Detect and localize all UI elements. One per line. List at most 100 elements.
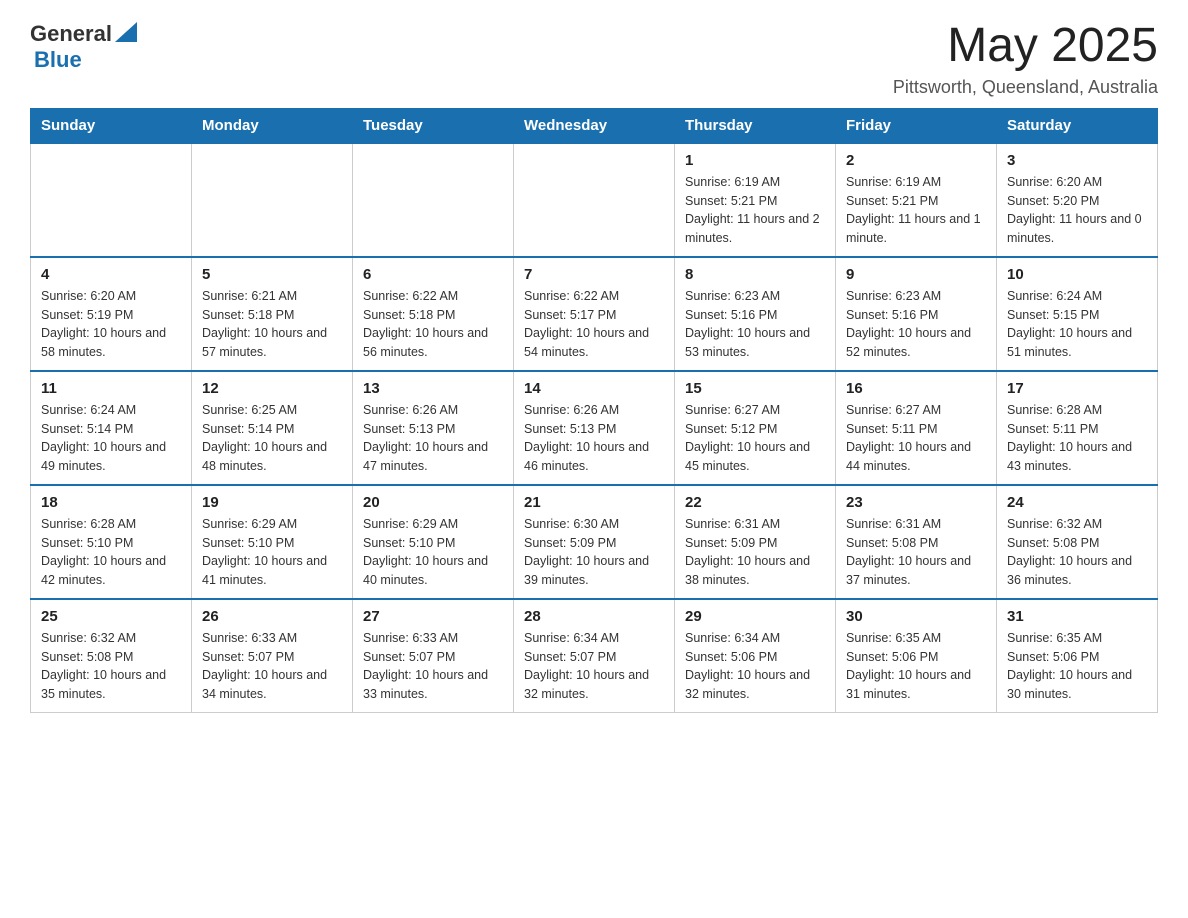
day-info: Sunrise: 6:32 AM Sunset: 5:08 PM Dayligh… <box>1007 515 1147 590</box>
day-info: Sunrise: 6:26 AM Sunset: 5:13 PM Dayligh… <box>363 401 503 476</box>
day-info: Sunrise: 6:20 AM Sunset: 5:19 PM Dayligh… <box>41 287 181 362</box>
calendar-cell: 11 Sunrise: 6:24 AM Sunset: 5:14 PM Dayli… <box>31 371 192 485</box>
day-info: Sunrise: 6:35 AM Sunset: 5:06 PM Dayligh… <box>846 629 986 704</box>
day-info: Sunrise: 6:24 AM Sunset: 5:15 PM Dayligh… <box>1007 287 1147 362</box>
day-info: Sunrise: 6:28 AM Sunset: 5:10 PM Dayligh… <box>41 515 181 590</box>
day-number: 29 <box>685 608 825 625</box>
title-area: May 2025 Pittsworth, Queensland, Austral… <box>893 20 1158 98</box>
calendar-header-thursday: Thursday <box>675 108 836 143</box>
day-info: Sunrise: 6:32 AM Sunset: 5:08 PM Dayligh… <box>41 629 181 704</box>
day-number: 9 <box>846 266 986 283</box>
calendar-header-monday: Monday <box>192 108 353 143</box>
day-info: Sunrise: 6:25 AM Sunset: 5:14 PM Dayligh… <box>202 401 342 476</box>
day-number: 11 <box>41 380 181 397</box>
day-number: 25 <box>41 608 181 625</box>
calendar-cell: 27 Sunrise: 6:33 AM Sunset: 5:07 PM Dayli… <box>353 599 514 713</box>
page-header: General Blue May 2025 Pittsworth, Queens… <box>30 20 1158 98</box>
day-info: Sunrise: 6:29 AM Sunset: 5:10 PM Dayligh… <box>363 515 503 590</box>
day-info: Sunrise: 6:27 AM Sunset: 5:11 PM Dayligh… <box>846 401 986 476</box>
calendar-cell: 10 Sunrise: 6:24 AM Sunset: 5:15 PM Dayli… <box>997 257 1158 371</box>
week-row-3: 11 Sunrise: 6:24 AM Sunset: 5:14 PM Dayli… <box>31 371 1158 485</box>
calendar-table: SundayMondayTuesdayWednesdayThursdayFrid… <box>30 108 1158 713</box>
day-info: Sunrise: 6:20 AM Sunset: 5:20 PM Dayligh… <box>1007 173 1147 248</box>
logo-blue: Blue <box>34 47 82 73</box>
day-info: Sunrise: 6:34 AM Sunset: 5:07 PM Dayligh… <box>524 629 664 704</box>
calendar-cell: 7 Sunrise: 6:22 AM Sunset: 5:17 PM Daylig… <box>514 257 675 371</box>
day-number: 12 <box>202 380 342 397</box>
day-number: 15 <box>685 380 825 397</box>
calendar-cell: 14 Sunrise: 6:26 AM Sunset: 5:13 PM Dayli… <box>514 371 675 485</box>
calendar-cell: 16 Sunrise: 6:27 AM Sunset: 5:11 PM Dayli… <box>836 371 997 485</box>
calendar-header-saturday: Saturday <box>997 108 1158 143</box>
calendar-cell <box>514 143 675 257</box>
day-info: Sunrise: 6:23 AM Sunset: 5:16 PM Dayligh… <box>846 287 986 362</box>
logo-triangle-icon <box>115 22 137 42</box>
calendar-cell: 29 Sunrise: 6:34 AM Sunset: 5:06 PM Dayli… <box>675 599 836 713</box>
day-number: 3 <box>1007 152 1147 169</box>
day-number: 7 <box>524 266 664 283</box>
calendar-cell: 5 Sunrise: 6:21 AM Sunset: 5:18 PM Daylig… <box>192 257 353 371</box>
calendar-cell <box>353 143 514 257</box>
day-number: 6 <box>363 266 503 283</box>
day-info: Sunrise: 6:19 AM Sunset: 5:21 PM Dayligh… <box>846 173 986 248</box>
calendar-cell <box>31 143 192 257</box>
day-info: Sunrise: 6:22 AM Sunset: 5:18 PM Dayligh… <box>363 287 503 362</box>
day-info: Sunrise: 6:21 AM Sunset: 5:18 PM Dayligh… <box>202 287 342 362</box>
week-row-5: 25 Sunrise: 6:32 AM Sunset: 5:08 PM Dayli… <box>31 599 1158 713</box>
day-info: Sunrise: 6:33 AM Sunset: 5:07 PM Dayligh… <box>202 629 342 704</box>
day-number: 27 <box>363 608 503 625</box>
day-info: Sunrise: 6:19 AM Sunset: 5:21 PM Dayligh… <box>685 173 825 248</box>
calendar-cell: 13 Sunrise: 6:26 AM Sunset: 5:13 PM Dayli… <box>353 371 514 485</box>
day-number: 23 <box>846 494 986 511</box>
calendar-header-wednesday: Wednesday <box>514 108 675 143</box>
day-info: Sunrise: 6:33 AM Sunset: 5:07 PM Dayligh… <box>363 629 503 704</box>
location-subtitle: Pittsworth, Queensland, Australia <box>893 77 1158 98</box>
day-info: Sunrise: 6:34 AM Sunset: 5:06 PM Dayligh… <box>685 629 825 704</box>
day-number: 10 <box>1007 266 1147 283</box>
calendar-cell: 9 Sunrise: 6:23 AM Sunset: 5:16 PM Daylig… <box>836 257 997 371</box>
logo: General Blue <box>30 20 137 73</box>
day-info: Sunrise: 6:30 AM Sunset: 5:09 PM Dayligh… <box>524 515 664 590</box>
day-info: Sunrise: 6:29 AM Sunset: 5:10 PM Dayligh… <box>202 515 342 590</box>
calendar-cell: 15 Sunrise: 6:27 AM Sunset: 5:12 PM Dayli… <box>675 371 836 485</box>
day-info: Sunrise: 6:35 AM Sunset: 5:06 PM Dayligh… <box>1007 629 1147 704</box>
calendar-cell: 25 Sunrise: 6:32 AM Sunset: 5:08 PM Dayli… <box>31 599 192 713</box>
calendar-cell: 31 Sunrise: 6:35 AM Sunset: 5:06 PM Dayli… <box>997 599 1158 713</box>
day-info: Sunrise: 6:23 AM Sunset: 5:16 PM Dayligh… <box>685 287 825 362</box>
day-number: 16 <box>846 380 986 397</box>
day-number: 14 <box>524 380 664 397</box>
calendar-cell: 24 Sunrise: 6:32 AM Sunset: 5:08 PM Dayli… <box>997 485 1158 599</box>
day-info: Sunrise: 6:31 AM Sunset: 5:09 PM Dayligh… <box>685 515 825 590</box>
calendar-cell: 23 Sunrise: 6:31 AM Sunset: 5:08 PM Dayli… <box>836 485 997 599</box>
calendar-header-tuesday: Tuesday <box>353 108 514 143</box>
calendar-cell: 12 Sunrise: 6:25 AM Sunset: 5:14 PM Dayli… <box>192 371 353 485</box>
day-info: Sunrise: 6:24 AM Sunset: 5:14 PM Dayligh… <box>41 401 181 476</box>
day-number: 21 <box>524 494 664 511</box>
calendar-cell: 22Sunrise: 6:31 AM Sunset: 5:09 PM Dayli… <box>675 485 836 599</box>
week-row-1: 1 Sunrise: 6:19 AM Sunset: 5:21 PM Daylig… <box>31 143 1158 257</box>
calendar-cell: 6 Sunrise: 6:22 AM Sunset: 5:18 PM Daylig… <box>353 257 514 371</box>
day-number: 13 <box>363 380 503 397</box>
calendar-cell: 21 Sunrise: 6:30 AM Sunset: 5:09 PM Dayli… <box>514 485 675 599</box>
day-info: Sunrise: 6:27 AM Sunset: 5:12 PM Dayligh… <box>685 401 825 476</box>
day-number: 26 <box>202 608 342 625</box>
day-number: 31 <box>1007 608 1147 625</box>
calendar-cell: 3 Sunrise: 6:20 AM Sunset: 5:20 PM Daylig… <box>997 143 1158 257</box>
day-number: 20 <box>363 494 503 511</box>
day-info: Sunrise: 6:31 AM Sunset: 5:08 PM Dayligh… <box>846 515 986 590</box>
calendar-cell: 28Sunrise: 6:34 AM Sunset: 5:07 PM Dayli… <box>514 599 675 713</box>
day-number: 4 <box>41 266 181 283</box>
week-row-4: 18 Sunrise: 6:28 AM Sunset: 5:10 PM Dayli… <box>31 485 1158 599</box>
day-number: 18 <box>41 494 181 511</box>
day-number: 5 <box>202 266 342 283</box>
day-info: Sunrise: 6:28 AM Sunset: 5:11 PM Dayligh… <box>1007 401 1147 476</box>
logo-general: General <box>30 21 112 47</box>
calendar-cell: 26 Sunrise: 6:33 AM Sunset: 5:07 PM Dayli… <box>192 599 353 713</box>
day-info: Sunrise: 6:22 AM Sunset: 5:17 PM Dayligh… <box>524 287 664 362</box>
day-number: 8 <box>685 266 825 283</box>
calendar-cell: 1 Sunrise: 6:19 AM Sunset: 5:21 PM Daylig… <box>675 143 836 257</box>
day-number: 1 <box>685 152 825 169</box>
day-number: 24 <box>1007 494 1147 511</box>
day-info: Sunrise: 6:26 AM Sunset: 5:13 PM Dayligh… <box>524 401 664 476</box>
day-number: 17 <box>1007 380 1147 397</box>
